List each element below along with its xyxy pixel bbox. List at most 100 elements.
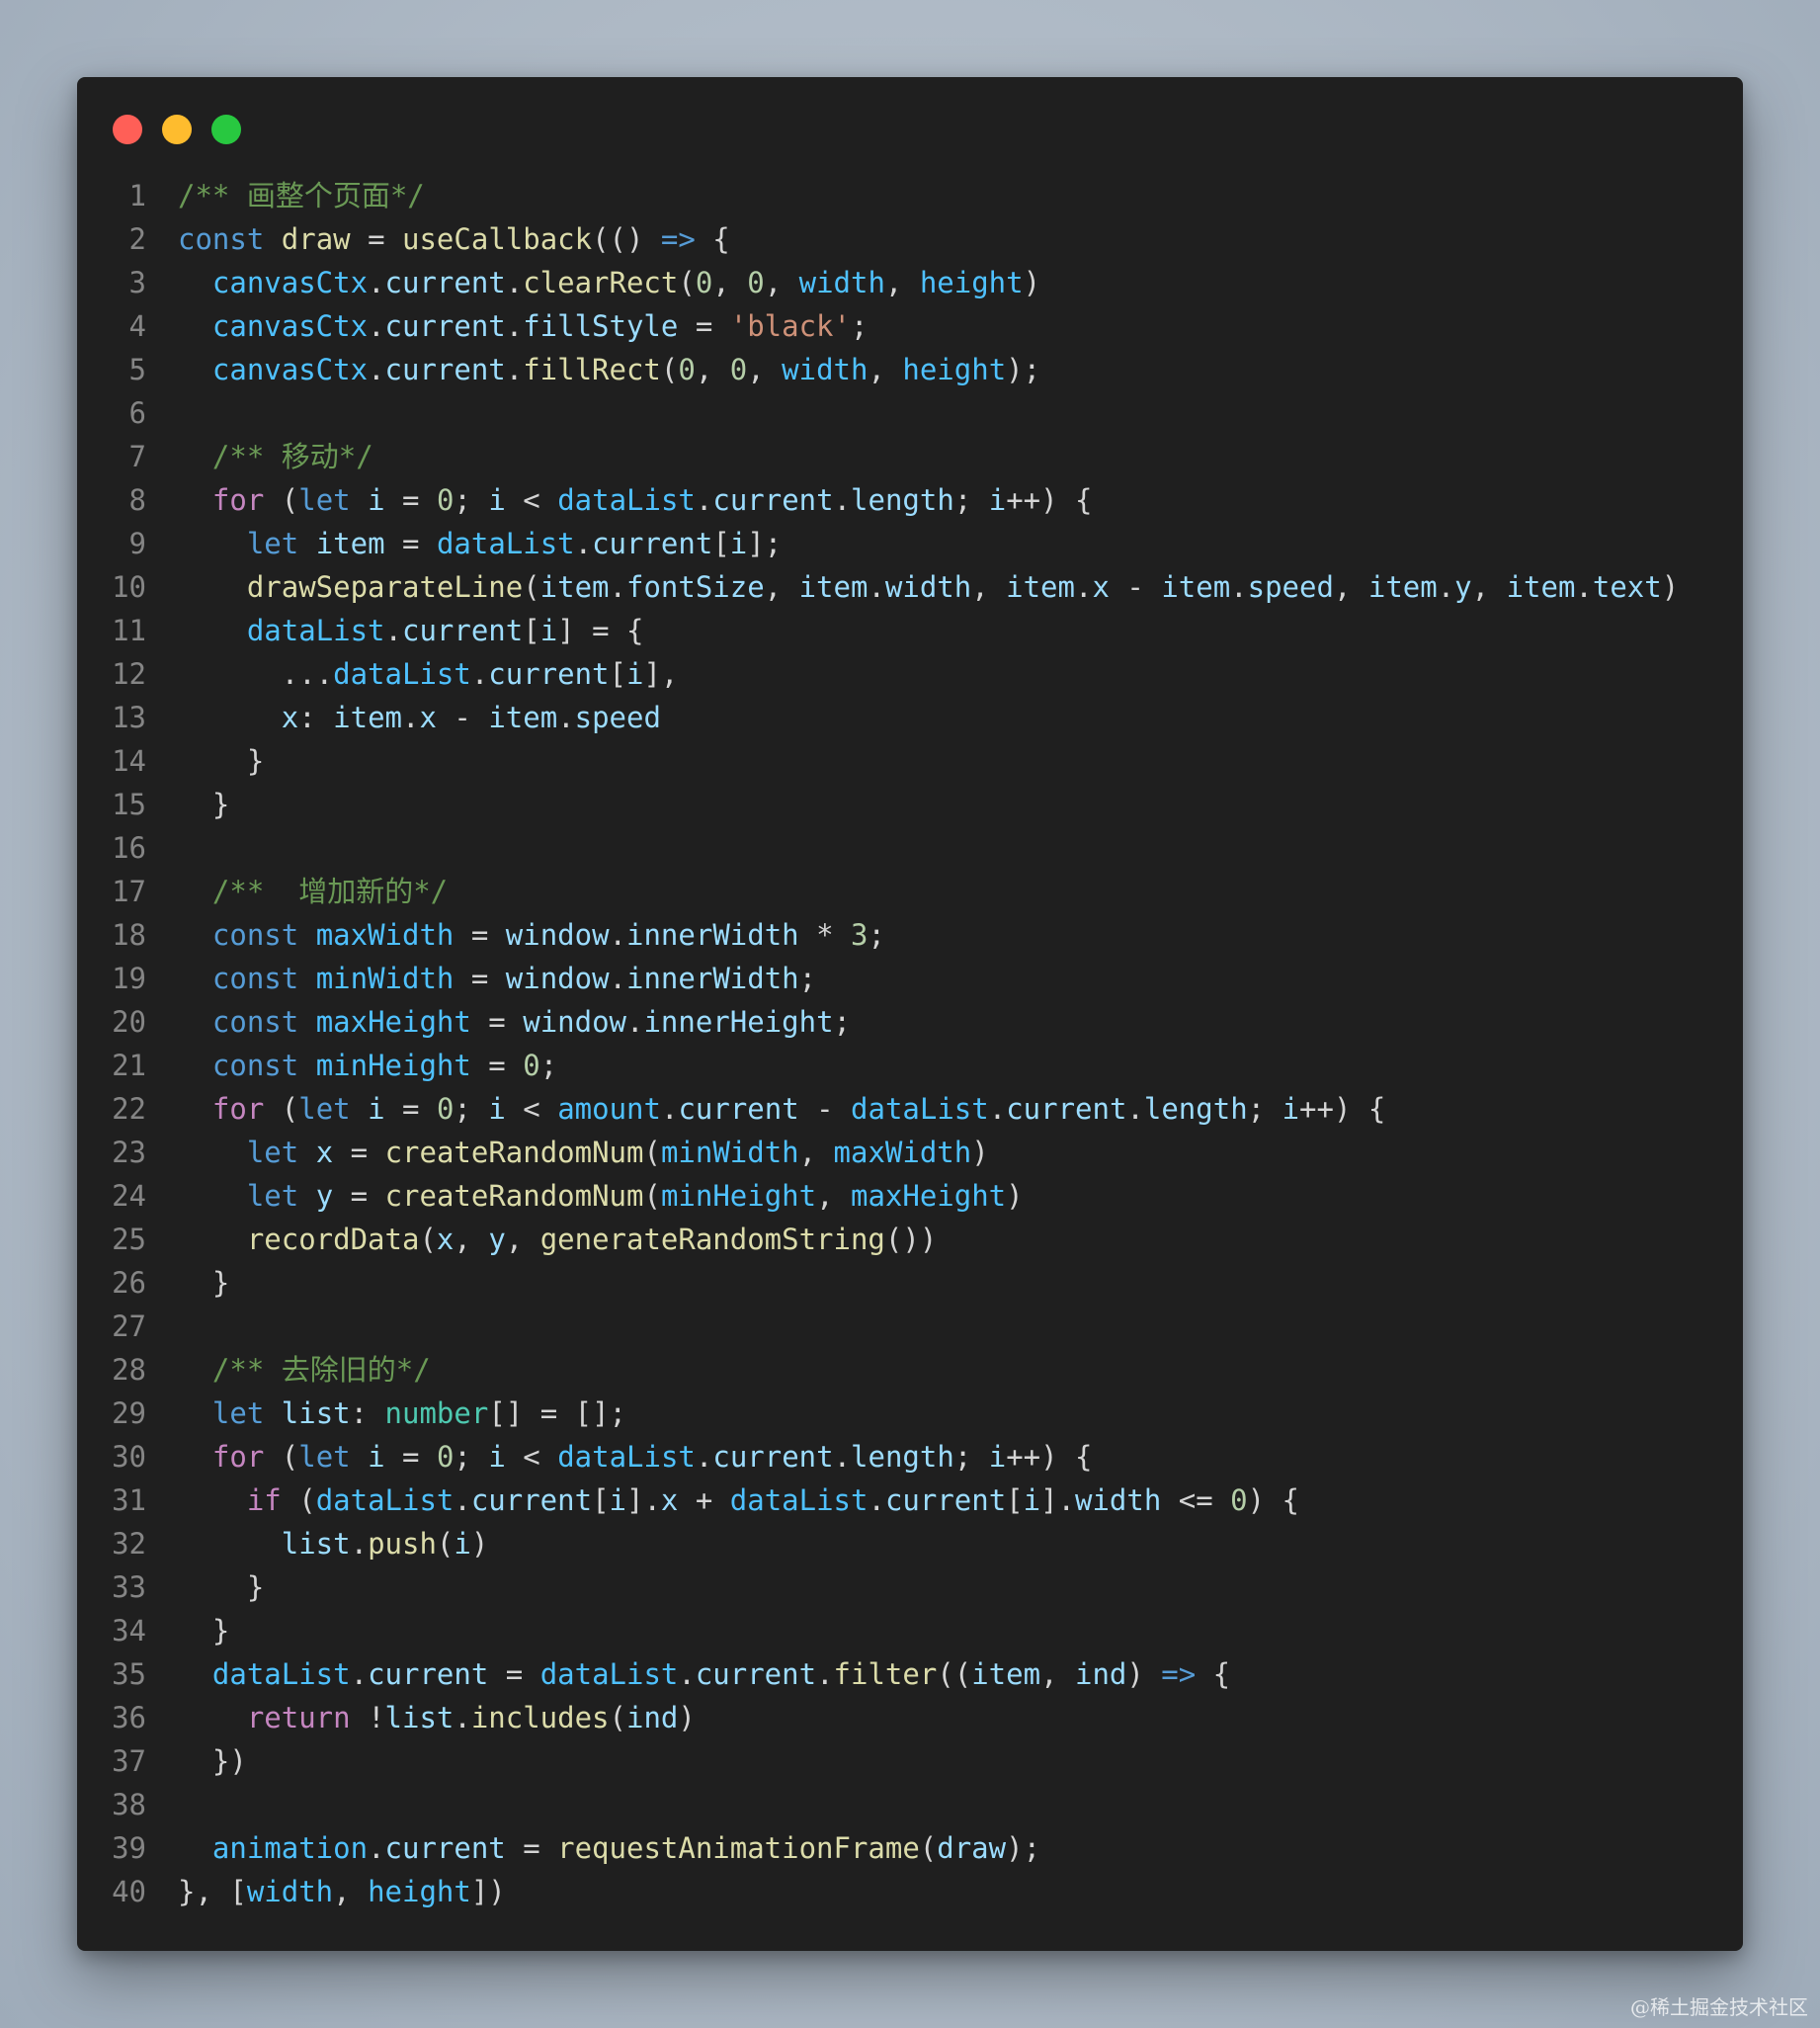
line-number: 33 [112,1570,146,1604]
code-token: ( [264,483,299,517]
code-token: , [971,570,1007,604]
code-token: x [315,1136,334,1169]
code-token: x [281,701,299,734]
code-token: . [350,1657,369,1691]
code-token: i [368,483,385,517]
code-token: - [798,1092,852,1126]
code-token: < [505,483,558,517]
code-text: ...dataList.current[i], [178,652,679,696]
code-line: 36 return !list.includes(ind) [77,1696,1743,1739]
code-token: y [488,1223,506,1256]
code-token: ) [1023,266,1041,299]
code-token: /** 增加新的*/ [211,875,449,908]
code-token: . [988,1092,1007,1126]
line-number: 28 [112,1353,146,1387]
code-token: item [1006,570,1075,604]
code-token: const [211,1005,299,1039]
code-token: current [368,1657,489,1691]
code-token: i [488,1092,506,1126]
code-line: 33 } [77,1565,1743,1609]
code-token: 0 [729,353,748,386]
code-token: 3 [851,918,869,952]
line-number: 26 [112,1266,146,1300]
code-token: , [884,266,920,299]
code-token: . [454,1701,471,1734]
code-token: includes [470,1701,610,1734]
code-token: for [211,1092,265,1126]
code-text: list.push(i) [178,1522,489,1565]
code-token: . [1074,570,1093,604]
code-token: x [419,701,437,734]
code-token: ; [539,1049,558,1082]
code-token: ; [868,918,885,952]
code-block: 1/** 画整个页面*/2 const draw = useCallback(()… [77,174,1743,1913]
code-line: 27 [77,1305,1743,1348]
code-token: let [298,1440,351,1474]
code-token: list [281,1527,351,1561]
code-token: maxWidth [833,1136,972,1169]
code-token: current [384,353,506,386]
code-token: <= [1161,1483,1231,1517]
code-token: ) [1661,570,1680,604]
line-number: 30 [112,1440,146,1474]
minimize-dot[interactable] [162,115,192,144]
maximize-dot[interactable] [211,115,241,144]
line-number: 36 [112,1701,146,1734]
code-token: /** 移动*/ [211,440,373,473]
code-token: . [368,1831,385,1865]
code-token: list [281,1396,351,1430]
code-line: 6 [77,391,1743,435]
code-token: = [384,1092,437,1126]
code-token: i [988,483,1007,517]
code-token: . [609,570,626,604]
code-token: createRandomNum [384,1136,644,1169]
code-token: . [1575,570,1593,604]
code-token: length [851,483,954,517]
code-token: y [1454,570,1472,604]
code-token: 0 [436,1440,455,1474]
code-token: generateRandomString [539,1223,885,1256]
line-number: 8 [128,483,146,517]
code-text: drawSeparateLine(item.fontSize, item.wid… [178,565,1679,609]
code-token: current [384,309,506,343]
code-token: . [505,309,524,343]
code-text: recordData(x, y, generateRandomString()) [178,1218,937,1261]
code-token: = [470,1049,524,1082]
line-number: 4 [128,309,146,343]
line-number: 24 [112,1179,146,1213]
code-token: window [505,962,610,995]
code-text: for (let i = 0; i < dataList.current.len… [178,1435,1093,1479]
code-text: /** 去除旧的*/ [178,1348,431,1392]
code-token: [ [1006,1483,1024,1517]
code-token: ( [419,1223,437,1256]
line-number: 40 [112,1875,146,1908]
code-token: fontSize [625,570,765,604]
code-token: dataList [333,657,471,691]
code-token: animation [211,1831,369,1865]
line-number: 22 [112,1092,146,1126]
code-token: width [246,1875,334,1908]
code-token: const [211,962,299,995]
code-token: number [384,1396,489,1430]
code-token: = [384,483,437,517]
code-text: const draw = useCallback(() => { [178,217,730,261]
close-dot[interactable] [113,115,142,144]
code-token: , [1040,1657,1075,1691]
code-token: = [470,1005,524,1039]
code-token: i [1282,1092,1300,1126]
code-token: . [609,918,627,952]
code-text: }, [width, height]) [178,1870,506,1913]
code-token: i [1023,1483,1041,1517]
code-token: filter [833,1657,938,1691]
code-token: , [1471,570,1507,604]
